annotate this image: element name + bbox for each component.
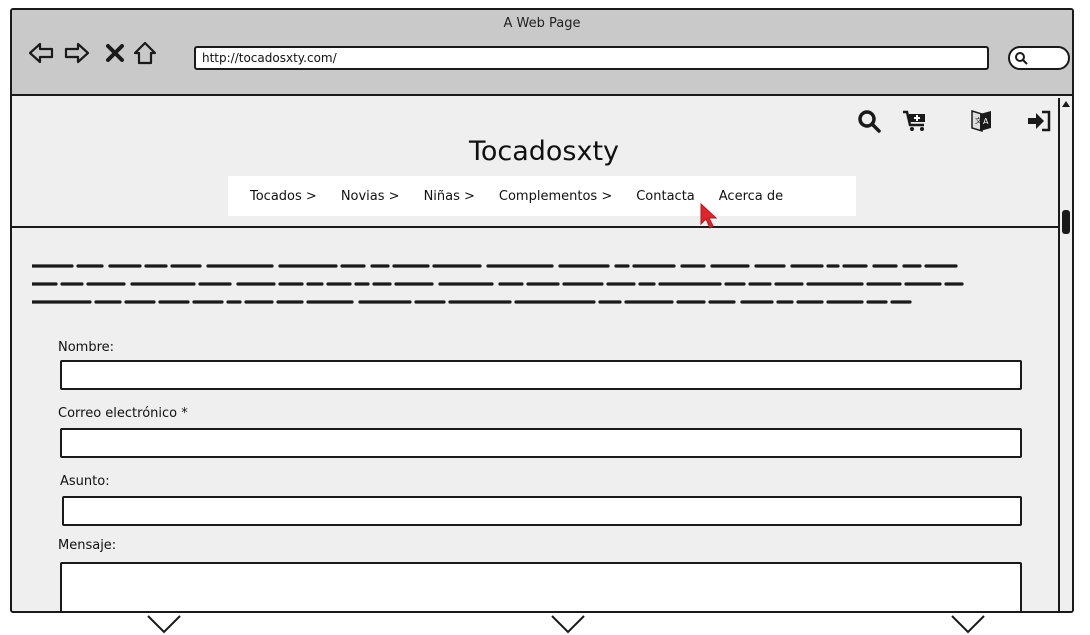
login-icon[interactable] — [1026, 108, 1052, 134]
menu-item-complementos[interactable]: Complementos > — [499, 189, 612, 204]
menu-item-novias[interactable]: Novias > — [341, 189, 400, 204]
email-label: Correo electrónico * — [58, 406, 188, 421]
menu-item-tocados[interactable]: Tocados > — [250, 189, 317, 204]
vertical-scrollbar[interactable] — [1058, 98, 1072, 611]
page-content: 文A Tocadosxty Tocados > Novias > Niñas >… — [12, 98, 1072, 611]
main-menu: Tocados > Novias > Niñas > Complementos … — [228, 176, 856, 216]
menu-item-acerca-de[interactable]: Acerca de — [719, 189, 783, 204]
back-icon[interactable] — [28, 40, 54, 66]
message-label: Mensaje: — [58, 538, 117, 553]
stop-icon[interactable] — [102, 40, 128, 66]
forward-icon[interactable] — [64, 40, 90, 66]
scroll-up-icon[interactable] — [1061, 99, 1071, 109]
name-label: Nombre: — [58, 340, 115, 355]
cart-add-icon[interactable] — [902, 108, 928, 134]
name-input[interactable] — [60, 360, 1022, 390]
home-icon[interactable] — [132, 40, 158, 66]
browser-window: A Web Page http://tocadosxty.com/ 文A Toc… — [10, 8, 1074, 613]
url-bar[interactable]: http://tocadosxty.com/ — [194, 46, 989, 70]
menu-item-ninas[interactable]: Niñas > — [424, 189, 475, 204]
browser-search-icon — [1015, 52, 1028, 65]
header-divider — [12, 226, 1062, 228]
subject-label: Asunto: — [60, 474, 110, 489]
scrollbar-thumb[interactable] — [1062, 210, 1070, 234]
placeholder-paragraph — [32, 264, 964, 304]
message-textarea[interactable] — [60, 562, 1022, 611]
callout-pointer-center — [551, 615, 585, 634]
browser-titlebar: A Web Page http://tocadosxty.com/ — [12, 10, 1072, 96]
browser-search-field[interactable] — [1008, 46, 1070, 70]
language-icon[interactable]: 文A — [968, 108, 994, 134]
svg-text:A: A — [983, 117, 989, 126]
menu-item-contacta[interactable]: Contacta — [636, 189, 695, 204]
search-icon[interactable] — [856, 108, 882, 134]
email-input[interactable] — [60, 428, 1022, 458]
callout-pointer-right — [951, 615, 985, 634]
mouse-cursor-icon — [700, 202, 718, 229]
site-title: Tocadosxty — [468, 136, 620, 167]
subject-input[interactable] — [62, 496, 1022, 526]
svg-text:文: 文 — [975, 116, 982, 125]
callout-pointer-left — [147, 615, 181, 634]
window-title: A Web Page — [503, 16, 581, 31]
